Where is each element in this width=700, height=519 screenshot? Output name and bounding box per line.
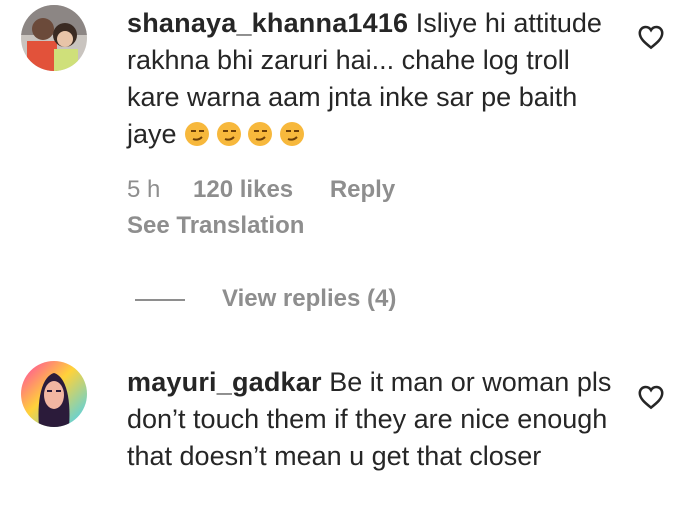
comment-item: mayuri_gadkar Be it man or woman pls don… xyxy=(0,330,700,519)
smirk-emoji-icon xyxy=(279,122,304,146)
comment-item: shanaya_khanna1416 Isliye hi attitude ra… xyxy=(0,0,700,330)
comment-username[interactable]: mayuri_gadkar xyxy=(127,367,322,397)
see-translation-link[interactable]: See Translation xyxy=(127,212,304,240)
comment-meta: 5 h 120 likes Reply xyxy=(127,176,395,204)
comment-username[interactable]: shanaya_khanna1416 xyxy=(127,8,408,38)
replies-divider-line xyxy=(135,298,185,301)
comment-likes[interactable]: 120 likes xyxy=(193,176,293,204)
avatar-mayuri[interactable] xyxy=(21,361,87,427)
smirk-emoji-icon xyxy=(185,122,210,146)
like-heart-icon[interactable] xyxy=(636,382,666,412)
like-heart-icon[interactable] xyxy=(636,22,666,52)
comment-body: shanaya_khanna1416 Isliye hi attitude ra… xyxy=(127,5,617,153)
view-replies-button[interactable]: View replies (4) xyxy=(135,285,396,313)
smirk-emoji-icon xyxy=(248,122,273,146)
avatar-shanaya[interactable] xyxy=(21,5,87,71)
view-replies-label[interactable]: View replies (4) xyxy=(222,285,396,312)
smirk-emoji-icon xyxy=(216,122,241,146)
reply-button[interactable]: Reply xyxy=(330,176,395,204)
emoji-group xyxy=(184,119,304,149)
comment-time: 5 h xyxy=(127,176,161,203)
comment-body: mayuri_gadkar Be it man or woman pls don… xyxy=(127,364,617,475)
